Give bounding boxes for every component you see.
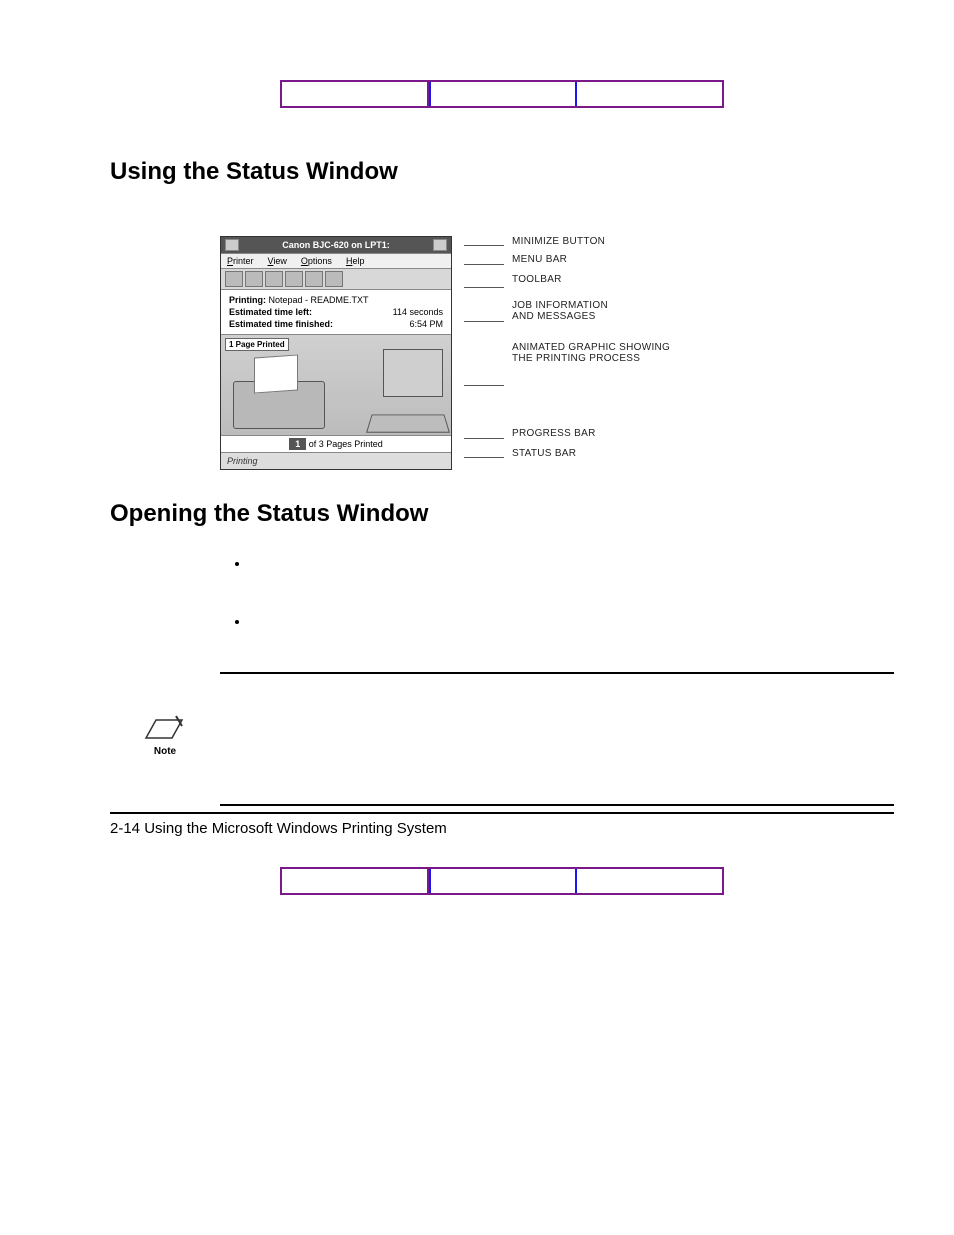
diagram-callouts: MINIMIZE BUTTON MENU BAR TOOLBAR JOB INF… [464, 236, 670, 466]
etl-value: 114 seconds [393, 306, 443, 318]
callout-graphic-l2: THE PRINTING PROCESS [512, 353, 640, 364]
status-menu-bar: Printer View Options Help [221, 253, 451, 269]
callout-menubar: MENU BAR [512, 254, 567, 265]
progress-bar: 1 of 3 Pages Printed [221, 436, 451, 453]
etf-value: 6:54 PM [409, 318, 443, 330]
progress-text: of 3 Pages Printed [306, 439, 383, 449]
toolbar-button[interactable] [225, 271, 243, 287]
list-item: . [250, 614, 894, 630]
heading-using-status-window: Using the Status Window [110, 158, 894, 186]
opening-methods-list: . . [250, 556, 894, 630]
keyboard-illustration [366, 415, 450, 433]
nav-cell-prev[interactable] [282, 82, 429, 106]
nav-cell-mid[interactable] [429, 82, 578, 106]
printing-label: Printing: [229, 295, 266, 305]
toolbar-button[interactable] [285, 271, 303, 287]
page-printed-tag: 1 Page Printed [225, 338, 289, 351]
nav-cell-next[interactable] [577, 82, 722, 106]
system-menu-icon [225, 239, 239, 251]
intro-paragraph: placeholder [220, 196, 894, 216]
bottom-nav-bar [280, 867, 724, 895]
horizontal-rule [220, 804, 894, 806]
note-label: Note [154, 746, 176, 757]
toolbar-button[interactable] [325, 271, 343, 287]
callout-jobinfo-l2: AND MESSAGES [512, 311, 596, 322]
top-nav-bar [280, 80, 724, 108]
progress-count: 1 [289, 438, 306, 450]
heading-opening-status-window: Opening the Status Window [110, 500, 894, 528]
horizontal-rule [220, 672, 894, 674]
status-window-mock: Canon BJC-620 on LPT1: Printer View Opti… [220, 236, 452, 470]
etf-label: Estimated time finished: [229, 318, 333, 330]
nav-cell-prev[interactable] [282, 869, 429, 893]
toolbar-button[interactable] [305, 271, 323, 287]
note-icon: Note [140, 714, 190, 757]
minimize-button[interactable] [433, 239, 447, 251]
job-info-panel: Printing: Notepad - README.TXT Estimated… [221, 290, 451, 334]
callout-minimize: MINIMIZE BUTTON [512, 236, 605, 247]
menu-options[interactable]: Options [301, 256, 332, 266]
callout-progress: PROGRESS BAR [512, 428, 596, 439]
callout-graphic-l1: ANIMATED GRAPHIC SHOWING [512, 342, 670, 353]
status-bar: Printing [221, 453, 451, 469]
monitor-illustration [383, 349, 443, 397]
nav-cell-mid[interactable] [429, 869, 578, 893]
toolbar-button[interactable] [265, 271, 283, 287]
list-item: . [250, 556, 894, 572]
page-footer: 2-14 Using the Microsoft Windows Printin… [110, 812, 894, 837]
status-titlebar: Canon BJC-620 on LPT1: [221, 237, 451, 253]
status-window-title: Canon BJC-620 on LPT1: [282, 240, 390, 250]
note-block: Note [140, 714, 894, 774]
toolbar-button[interactable] [245, 271, 263, 287]
callout-toolbar: TOOLBAR [512, 274, 562, 285]
printing-value: Notepad - README.TXT [269, 295, 369, 305]
callout-jobinfo-l1: JOB INFORMATION [512, 300, 608, 311]
etl-label: Estimated time left: [229, 306, 312, 318]
menu-help[interactable]: Help [346, 256, 365, 266]
status-window-diagram: Canon BJC-620 on LPT1: Printer View Opti… [220, 236, 894, 470]
menu-printer[interactable]: Printer [227, 256, 254, 266]
animated-graphic-area: 1 Page Printed [221, 334, 451, 436]
nav-cell-next[interactable] [577, 869, 722, 893]
callout-status: STATUS BAR [512, 448, 576, 459]
menu-view[interactable]: View [268, 256, 287, 266]
status-toolbar [221, 269, 451, 290]
printer-illustration [233, 381, 325, 429]
